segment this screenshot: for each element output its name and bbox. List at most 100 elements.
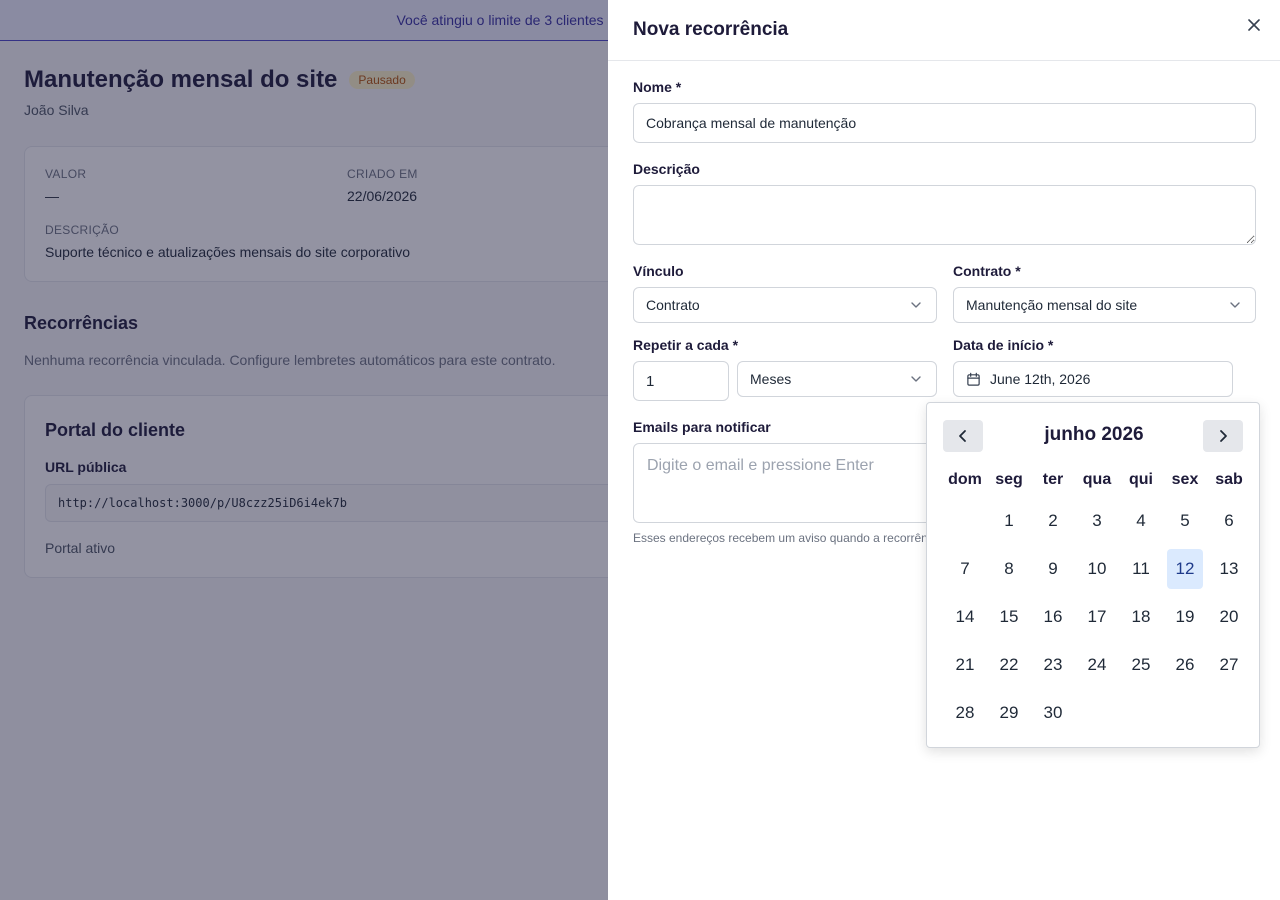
calendar-day-number: 28 — [955, 703, 975, 722]
chevron-right-icon — [1220, 430, 1227, 442]
emails-helper-text: Esses endereços recebem um aviso quando … — [633, 531, 944, 545]
calendar-day[interactable]: 22 — [987, 641, 1031, 689]
calendar-day-number: 13 — [1219, 559, 1239, 578]
calendar-day[interactable]: 27 — [1207, 641, 1251, 689]
calendar-day[interactable]: 15 — [987, 593, 1031, 641]
calendar-day[interactable]: 20 — [1207, 593, 1251, 641]
calendar-day-number: 30 — [1043, 703, 1063, 722]
calendar-day[interactable]: 10 — [1075, 545, 1119, 593]
calendar-empty-cell — [1207, 689, 1251, 737]
descricao-label: Descrição — [633, 161, 700, 177]
calendar-day[interactable]: 19 — [1163, 593, 1207, 641]
calendar-day[interactable]: 5 — [1163, 497, 1207, 545]
nome-input[interactable] — [633, 103, 1256, 143]
calendar-day-number: 4 — [1136, 511, 1146, 530]
calendar-icon — [967, 372, 980, 386]
unidade-selected-value: Meses — [750, 371, 792, 387]
calendar-day[interactable]: 13 — [1207, 545, 1251, 593]
calendar-day-number: 7 — [960, 559, 970, 578]
drawer-title: Nova recorrência — [633, 19, 789, 40]
calendar-day[interactable]: 24 — [1075, 641, 1119, 689]
contrato-label: Contrato * — [953, 263, 1021, 279]
calendar-day-number: 29 — [999, 703, 1019, 722]
calendar-day[interactable]: 18 — [1119, 593, 1163, 641]
close-icon — [1248, 19, 1260, 31]
calendar-empty-cell — [1119, 689, 1163, 737]
weekday-label: seg — [995, 471, 1023, 488]
calendar-week-row: 28 29 30 — [943, 689, 1251, 737]
data-inicio-value: June 12th, 2026 — [990, 371, 1091, 387]
calendar-day-number: 14 — [955, 607, 975, 626]
calendar-day[interactable]: 25 — [1119, 641, 1163, 689]
chevron-down-icon — [911, 302, 921, 308]
data-inicio-button[interactable]: June 12th, 2026 — [953, 361, 1233, 397]
calendar-day[interactable]: 3 — [1075, 497, 1119, 545]
weekday-label: sex — [1171, 471, 1199, 488]
calendar-day[interactable]: 14 — [943, 593, 987, 641]
calendar-day-number: 26 — [1175, 655, 1195, 674]
calendar-day-number: 5 — [1180, 511, 1190, 530]
next-month-button[interactable] — [1203, 420, 1243, 452]
weekday-label: qua — [1082, 471, 1112, 488]
calendar-day-number: 21 — [955, 655, 975, 674]
weekday-label: dom — [948, 471, 982, 488]
calendar-day[interactable]: 4 — [1119, 497, 1163, 545]
calendar-day-number: 2 — [1048, 511, 1058, 530]
calendar-day[interactable]: 7 — [943, 545, 987, 593]
calendar-day-number: 25 — [1131, 655, 1151, 674]
calendar-day[interactable]: 23 — [1031, 641, 1075, 689]
calendar-empty-cell — [1075, 689, 1119, 737]
calendar-day[interactable]: 11 — [1119, 545, 1163, 593]
repetir-input[interactable] — [633, 361, 729, 401]
calendar-day[interactable]: 17 — [1075, 593, 1119, 641]
calendar-day-number: 24 — [1087, 655, 1107, 674]
calendar-empty-cell — [1163, 689, 1207, 737]
calendar-day[interactable]: 6 — [1207, 497, 1251, 545]
calendar-week-row: 7 8 9 10 11 12 13 — [943, 545, 1251, 593]
calendar-day-number: 22 — [999, 655, 1019, 674]
calendar-day-number: 10 — [1087, 559, 1107, 578]
calendar-day-number: 11 — [1132, 559, 1150, 578]
calendar-day[interactable]: 21 — [943, 641, 987, 689]
drawer-header: Nova recorrência — [608, 0, 1280, 61]
calendar-grid: dom seg ter qua qui sex sab 1 2 3 4 5 6 7 8 9 10 1… — [943, 465, 1251, 737]
contrato-select[interactable]: Manutenção mensal do site — [953, 287, 1256, 323]
descricao-textarea[interactable] — [633, 185, 1256, 245]
calendar-day-rows: 1 2 3 4 5 6 7 8 9 10 11 12 13 14 15 16 17 18 19 20 21 22 23 24 2… — [943, 497, 1251, 737]
weekday-label: ter — [1042, 471, 1064, 488]
date-picker-popover: junho 2026 dom seg ter qua qui sex sab 1… — [926, 402, 1260, 748]
calendar-day-number: 3 — [1092, 511, 1102, 530]
calendar-week-row: 14 15 16 17 18 19 20 — [943, 593, 1251, 641]
calendar-day[interactable]: 29 — [987, 689, 1031, 737]
calendar-day-number: 8 — [1004, 559, 1014, 578]
calendar-day[interactable]: 2 — [1031, 497, 1075, 545]
calendar-day-number: 1 — [1004, 511, 1014, 530]
calendar-day-number: 9 — [1048, 559, 1058, 578]
calendar-day-number: 16 — [1043, 607, 1063, 626]
calendar-day-selected[interactable]: 12 — [1163, 545, 1207, 593]
calendar-day[interactable]: 1 — [987, 497, 1031, 545]
calendar-day[interactable]: 28 — [943, 689, 987, 737]
calendar-day[interactable]: 30 — [1031, 689, 1075, 737]
calendar-day-number: 17 — [1087, 607, 1107, 626]
weekday-label: sab — [1215, 471, 1243, 488]
calendar-day-number: 20 — [1219, 607, 1239, 626]
calendar-day[interactable]: 26 — [1163, 641, 1207, 689]
weekday-label: qui — [1129, 471, 1153, 488]
calendar-day-number: 23 — [1043, 655, 1063, 674]
calendar-day[interactable]: 16 — [1031, 593, 1075, 641]
calendar-day-number: 27 — [1219, 655, 1239, 674]
contrato-selected-value: Manutenção mensal do site — [966, 297, 1138, 313]
calendar-week-row: 21 22 23 24 25 26 27 — [943, 641, 1251, 689]
calendar-day-number: 6 — [1224, 511, 1234, 530]
vinculo-select[interactable]: Contrato — [633, 287, 937, 323]
chevron-down-icon — [911, 376, 921, 382]
unidade-select[interactable]: Meses — [737, 361, 937, 397]
calendar-day-number: 19 — [1175, 607, 1195, 626]
nome-label: Nome * — [633, 79, 682, 95]
calendar-day[interactable]: 8 — [987, 545, 1031, 593]
close-button[interactable] — [1242, 13, 1266, 37]
calendar-empty-cell — [943, 497, 987, 545]
calendar-day[interactable]: 9 — [1031, 545, 1075, 593]
calendar-week-row: 1 2 3 4 5 6 — [943, 497, 1251, 545]
